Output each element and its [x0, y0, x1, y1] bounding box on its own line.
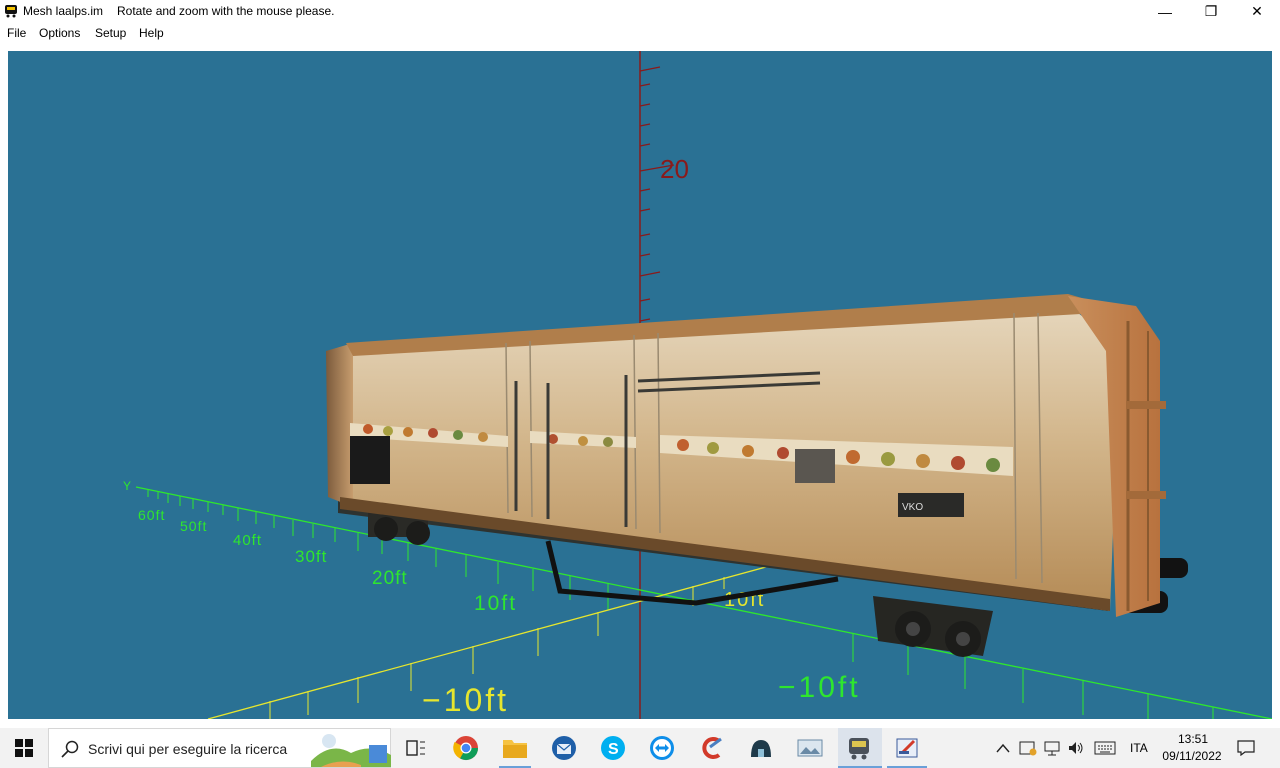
search-box[interactable]: Scrivi qui per eseguire la ricerca [48, 728, 391, 768]
notifications-icon[interactable] [1234, 734, 1258, 762]
x-neg-right-label: −10ft [778, 671, 861, 704]
y-tick-30ft: 30ft [295, 547, 327, 566]
menu-file[interactable]: File [7, 26, 26, 40]
3d-viewport[interactable]: 20 Y 60ft 50ft 40ft 30ft 20ft 10ft −10ft [8, 51, 1272, 719]
teamviewer-icon[interactable] [648, 734, 676, 762]
svg-text:S: S [608, 741, 619, 758]
app-icon-dome[interactable] [747, 734, 775, 762]
task-view-icon[interactable] [402, 734, 430, 762]
clock-time[interactable]: 13:51 [1175, 732, 1211, 746]
search-icon [61, 740, 79, 758]
wagon-left-end [326, 343, 353, 507]
window-hint: Rotate and zoom with the mouse please. [117, 4, 335, 18]
right-bogie [873, 596, 993, 657]
search-highlight-image [311, 734, 391, 767]
chevron-up-icon[interactable] [991, 734, 1015, 762]
security-icon[interactable] [1016, 734, 1040, 762]
thunderbird-icon[interactable] [550, 734, 578, 762]
editor-icon[interactable] [893, 734, 921, 762]
vertical-axis-label: 20 [660, 154, 689, 184]
clock-date[interactable]: 09/11/2022 [1160, 749, 1224, 763]
label-plate-left [350, 436, 390, 484]
x-neg-left-label: −10ft [422, 682, 509, 718]
restore-button[interactable]: ❐ [1188, 0, 1234, 23]
scene-canvas: 20 Y 60ft 50ft 40ft 30ft 20ft 10ft −10ft [123, 51, 1272, 719]
taskbar: Scrivi qui per eseguire la ricerca S ITA… [0, 728, 1280, 768]
y-tick-40ft: 40ft [233, 532, 262, 549]
network-icon[interactable] [1040, 734, 1064, 762]
language-indicator[interactable]: ITA [1130, 741, 1148, 755]
menu-help[interactable]: Help [139, 26, 164, 40]
start-button[interactable] [0, 728, 48, 768]
app-icon [5, 5, 17, 18]
lamp-bracket [795, 449, 835, 483]
ccleaner-icon[interactable] [698, 734, 726, 762]
volume-icon[interactable] [1064, 734, 1088, 762]
windows-icon [15, 739, 33, 757]
y-tick-20ft: 20ft [372, 568, 408, 589]
vertical-axis-ticks [639, 66, 675, 322]
y-tick-50ft: 50ft [180, 518, 207, 534]
title-bar: Mesh laalps.im Rotate and zoom with the … [0, 0, 1280, 23]
car-number-label: VKO [902, 502, 923, 513]
y-axis-letter: Y [123, 479, 131, 493]
menu-options[interactable]: Options [39, 26, 80, 40]
close-button[interactable]: ✕ [1234, 0, 1280, 23]
y-tick-10ft: 10ft [474, 592, 517, 615]
window-title: Mesh laalps.im [23, 4, 104, 18]
mesh-viewer-active-highlight [838, 728, 882, 768]
search-placeholder: Scrivi qui per eseguire la ricerca [88, 741, 288, 757]
menu-setup[interactable]: Setup [95, 26, 126, 40]
keyboard-icon[interactable] [1091, 734, 1119, 762]
skype-icon[interactable]: S [599, 734, 627, 762]
chrome-icon[interactable] [452, 734, 480, 762]
y-tick-60ft: 60ft [138, 507, 165, 523]
file-explorer-icon[interactable] [501, 734, 529, 762]
menu-bar: File Options Setup Help [0, 23, 1280, 43]
photos-icon[interactable] [796, 734, 824, 762]
minimize-button[interactable]: — [1142, 0, 1188, 23]
